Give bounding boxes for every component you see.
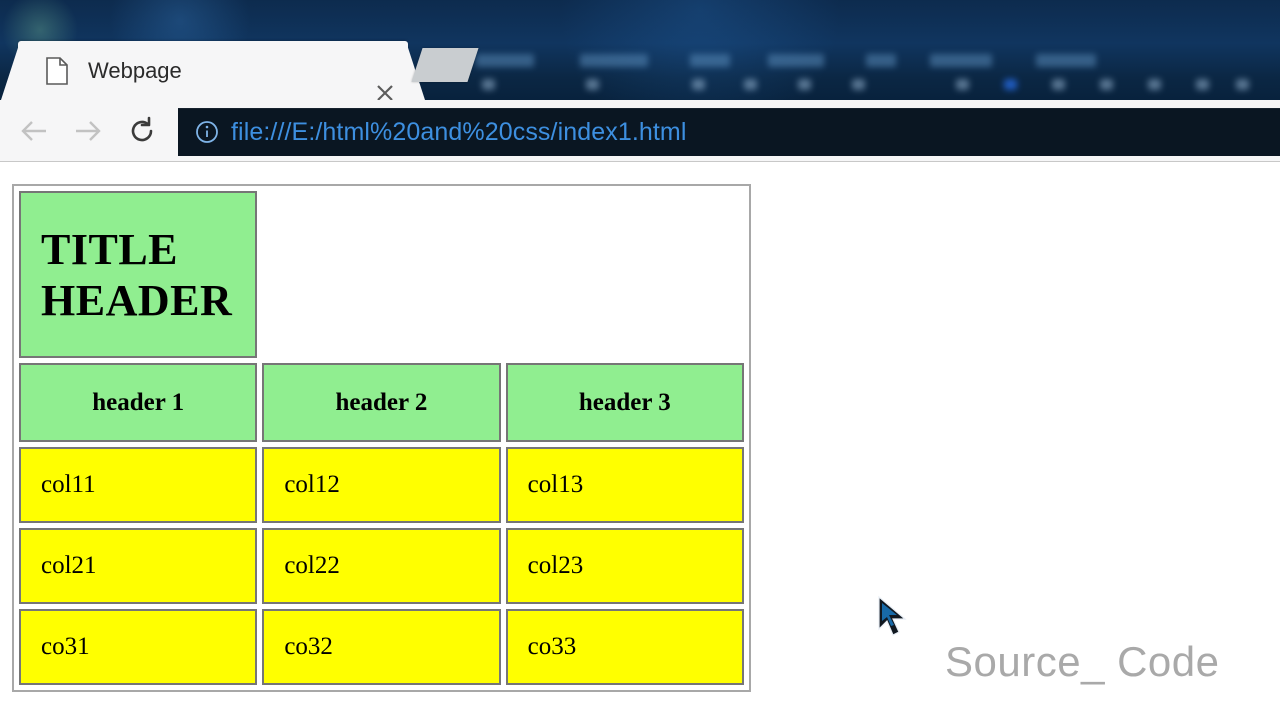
table-row: col11 col12 col13 — [19, 447, 744, 523]
address-bar[interactable]: file:///E:/html%20and%20css/index1.html — [178, 108, 1280, 156]
table-cell: col12 — [262, 447, 501, 523]
reload-icon — [127, 116, 157, 151]
tab-title: Webpage — [88, 58, 182, 83]
table-cell: col21 — [19, 528, 258, 604]
table-cell: co33 — [505, 609, 744, 685]
page-icon — [46, 57, 68, 85]
watermark-label: Source_ Code — [945, 638, 1220, 685]
back-button[interactable] — [12, 112, 56, 154]
table-cell: col11 — [19, 447, 258, 523]
table-row: co31 co32 co33 — [19, 609, 744, 685]
title-header-cell: TITLE HEADER — [19, 191, 258, 358]
arrow-right-icon — [72, 118, 104, 149]
forward-button[interactable] — [66, 112, 110, 154]
tab-strip: Webpage — [0, 0, 1280, 101]
page-viewport: TITLE HEADER header 1 header 2 header 3 … — [0, 163, 1280, 720]
new-tab-button[interactable] — [411, 48, 479, 82]
table-cell: col23 — [505, 528, 744, 604]
reload-button[interactable] — [120, 112, 164, 154]
table-row: col21 col22 col23 — [19, 528, 744, 604]
empty-cell — [262, 191, 501, 358]
info-circle-icon[interactable] — [195, 120, 219, 144]
empty-cell — [505, 191, 744, 358]
demo-table: TITLE HEADER header 1 header 2 header 3 … — [12, 184, 751, 692]
table-cell: co31 — [19, 609, 258, 685]
screenshot-root: Webpage file:///E:/html%20and%20css/inde… — [0, 0, 1280, 720]
column-header-1: header 1 — [19, 363, 258, 442]
column-header-3: header 3 — [505, 363, 744, 442]
table-cell: co32 — [262, 609, 501, 685]
table-row-title: TITLE HEADER — [19, 191, 744, 358]
arrow-left-icon — [18, 118, 50, 149]
table-row-headers: header 1 header 2 header 3 — [19, 363, 744, 442]
tab-webpage[interactable]: Webpage — [18, 41, 408, 101]
url-text: file:///E:/html%20and%20css/index1.html — [231, 117, 687, 146]
table-cell: col22 — [262, 528, 501, 604]
column-header-2: header 2 — [262, 363, 501, 442]
table-cell: col13 — [505, 447, 744, 523]
